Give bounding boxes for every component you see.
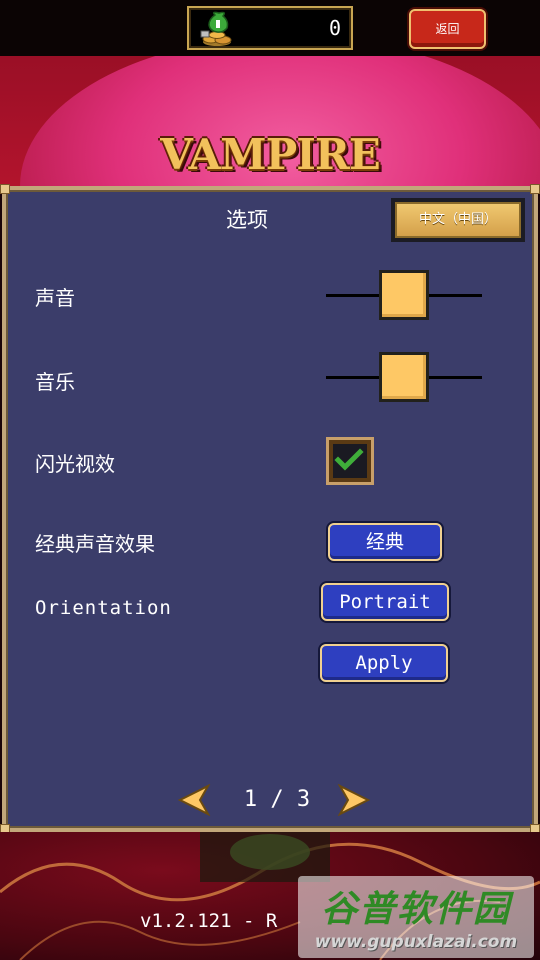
page-indicator: 1 / 3 <box>243 787 311 812</box>
classic-sound-label: 经典声音效果 <box>35 532 155 556</box>
classic-sound-button[interactable]: 经典 <box>328 523 442 561</box>
orientation-label: Orientation <box>35 597 172 619</box>
panel-corner <box>530 184 540 194</box>
flash-label: 闪光视效 <box>35 452 115 476</box>
arrow-left-icon[interactable] <box>178 784 212 816</box>
watermark-title: 谷普软件园 <box>320 889 511 930</box>
coin-count: 0 <box>328 16 341 40</box>
coin-counter: 0 <box>187 6 353 50</box>
game-logo: VAMPIRE <box>160 130 381 179</box>
music-label: 音乐 <box>35 370 75 394</box>
language-button[interactable]: 中文（中国） <box>391 198 525 242</box>
top-bar: 0 返回 <box>0 0 540 56</box>
options-panel: 选项 中文（中国） 声音 音乐 闪光视效 经典声音效果 经典 Orientati… <box>0 184 540 834</box>
money-bag-coins-icon <box>200 11 232 46</box>
site-watermark: 谷普软件园 www.gupuxlazai.com <box>298 876 534 958</box>
bottom-background: v1.2.121 - R 谷普软件园 www.gupuxlazai.com <box>0 832 540 960</box>
hero-banner: VAMPIRE <box>0 56 540 190</box>
check-icon <box>334 448 364 471</box>
flash-checkbox[interactable] <box>326 437 374 485</box>
sound-label: 声音 <box>35 286 75 310</box>
sound-slider-knob[interactable] <box>379 270 429 320</box>
back-button[interactable]: 返回 <box>409 9 486 49</box>
music-slider-knob[interactable] <box>379 352 429 402</box>
apply-button[interactable]: Apply <box>320 644 448 682</box>
pager: 1 / 3 <box>178 784 378 820</box>
checkbox-box <box>333 444 367 478</box>
version-text: v1.2.121 - R <box>140 910 278 932</box>
watermark-url: www.gupuxlazai.com <box>314 932 518 952</box>
panel-title: 选项 <box>226 208 268 232</box>
arrow-right-icon[interactable] <box>336 784 370 816</box>
orientation-button[interactable]: Portrait <box>321 583 449 621</box>
language-label: 中文（中国） <box>395 202 521 238</box>
panel-corner <box>0 184 10 194</box>
